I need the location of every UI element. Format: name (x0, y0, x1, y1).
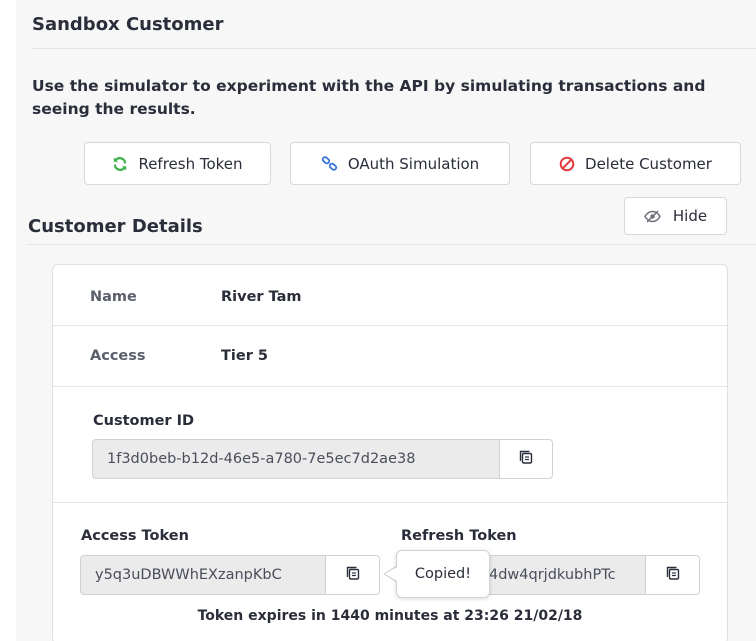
customer-id-field[interactable]: 1f3d0beb-b12d-46e5-a780-7e5ec7d2ae38 (92, 439, 500, 479)
details-divider (28, 244, 756, 245)
row-divider (53, 502, 727, 503)
name-value: River Tam (221, 289, 302, 305)
copy-customer-id-button[interactable] (499, 439, 553, 479)
eye-slash-icon (644, 209, 661, 223)
name-label: Name (90, 289, 137, 305)
copy-refresh-token-button[interactable] (645, 555, 700, 595)
copy-access-token-button[interactable] (325, 555, 380, 595)
title-divider (32, 48, 756, 49)
customer-id-label: Customer ID (93, 413, 195, 429)
row-divider (53, 386, 727, 387)
customer-details-title: Customer Details (28, 216, 203, 237)
page-title: Sandbox Customer (32, 14, 224, 35)
refresh-token-label: Refresh Token (138, 154, 243, 173)
access-value: Tier 5 (221, 348, 268, 364)
refresh-token-button[interactable]: Refresh Token (84, 142, 271, 185)
oauth-simulation-button[interactable]: OAuth Simulation (290, 142, 510, 185)
copied-tooltip: Copied! (396, 550, 490, 598)
token-expiry-text: Token expires in 1440 minutes at 23:26 2… (197, 608, 583, 624)
hide-label: Hide (672, 207, 708, 225)
oauth-simulation-label: OAuth Simulation (347, 154, 480, 173)
access-token-label: Access Token (81, 528, 189, 544)
link-icon (321, 155, 338, 172)
row-divider (53, 325, 727, 326)
delete-customer-label: Delete Customer (585, 154, 712, 173)
access-token-field[interactable]: y5q3uDBWWhEXzanpKbC (80, 555, 326, 595)
access-label: Access (90, 348, 146, 364)
prohibited-icon (559, 156, 575, 172)
intro-text: Use the simulator to experiment with the… (32, 77, 706, 118)
copy-icon (345, 565, 361, 585)
refresh-icon (112, 156, 128, 172)
hide-button[interactable]: Hide (624, 197, 727, 235)
copy-icon (518, 449, 534, 469)
refresh-token-label: Refresh Token (401, 528, 517, 544)
delete-customer-button[interactable]: Delete Customer (530, 142, 741, 185)
tooltip-arrow-fill (385, 567, 397, 581)
copy-icon (665, 565, 681, 585)
